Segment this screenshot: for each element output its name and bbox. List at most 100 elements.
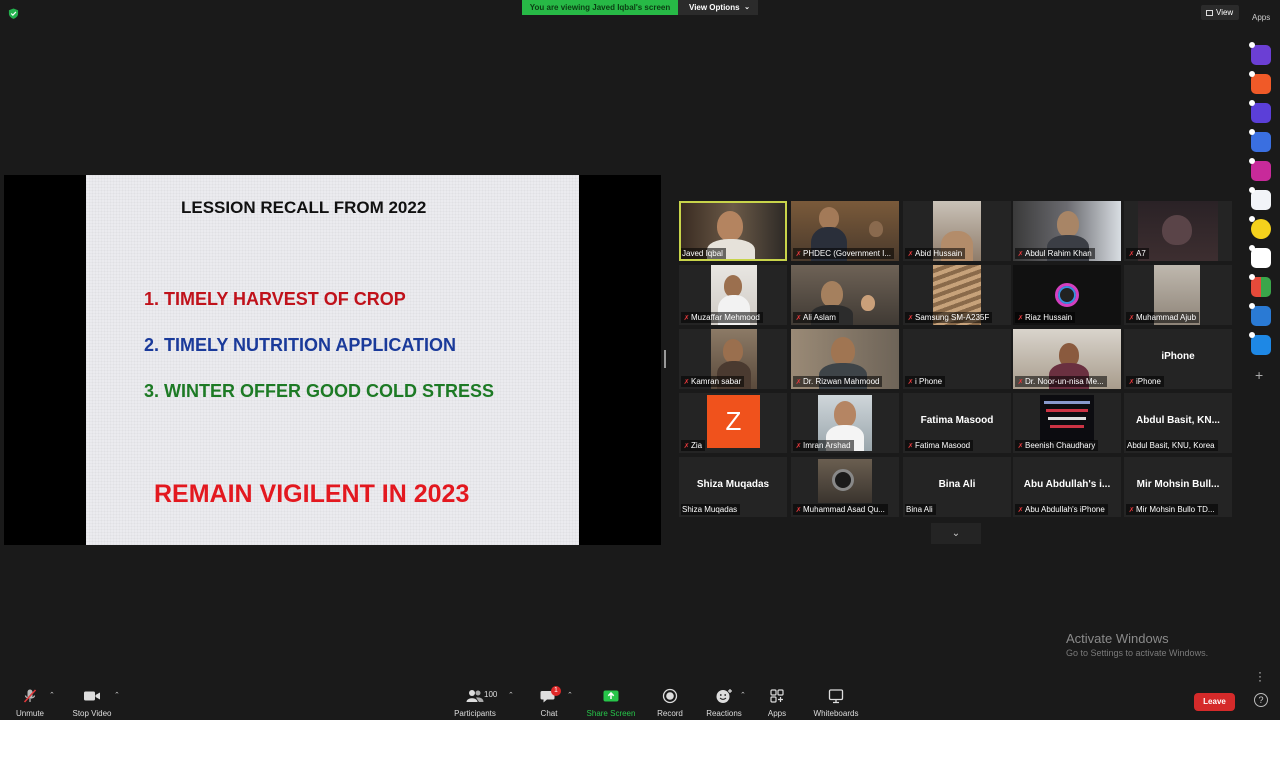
app-icon-sync[interactable] — [1249, 303, 1271, 326]
help-icon[interactable]: ? — [1254, 693, 1268, 707]
microphone-off-icon: ✗ — [795, 251, 802, 258]
app-icon-w[interactable] — [1249, 100, 1271, 123]
gallery-next-page-button[interactable]: ⌄ — [931, 523, 981, 544]
microphone-off-icon: ✗ — [1128, 251, 1135, 258]
app-icon-grid[interactable] — [1249, 274, 1271, 297]
microphone-off-icon — [23, 689, 37, 703]
video-tile[interactable]: ✗ PHDEC (Government I... — [791, 201, 899, 261]
video-tile[interactable]: iPhone ✗ iPhone — [1124, 329, 1232, 389]
video-tile[interactable]: ✗ i Phone — [903, 329, 1011, 389]
participant-name: ✗ Abdul Rahim Khan — [1015, 248, 1095, 259]
reactions-button[interactable]: Reactions — [704, 688, 744, 718]
video-tile[interactable]: ✗ Ali Aslam — [791, 265, 899, 325]
microphone-off-icon: ✗ — [795, 507, 802, 514]
video-tile[interactable]: ✗ Muzaffar Mehmood — [679, 265, 787, 325]
participant-video — [1040, 395, 1094, 441]
video-tile[interactable]: Fatima Masood ✗ Fatima Masood — [903, 393, 1011, 453]
microphone-off-icon: ✗ — [1017, 251, 1024, 258]
participant-name: ✗ Imran Arshad — [793, 440, 854, 451]
video-tile[interactable]: Javed Iqbal — [679, 201, 787, 261]
participant-name: Shiza Muqadas — [681, 504, 741, 515]
participant-name: ✗ Beenish Chaudhary — [1015, 440, 1099, 451]
video-tile[interactable]: Bina Ali Bina Ali — [903, 457, 1011, 517]
microphone-off-icon: ✗ — [795, 379, 802, 386]
avatar: Z — [707, 395, 760, 448]
app-icon-twine[interactable] — [1249, 245, 1271, 268]
presentation-slide: LESSION RECALL FROM 2022 1. TIMELY HARVE… — [86, 175, 579, 545]
participant-name: ✗ Dr. Rizwan Mahmood — [793, 376, 883, 387]
stop-video-button[interactable]: Stop Video — [70, 688, 114, 718]
video-tile[interactable]: ✗ Dr. Rizwan Mahmood — [791, 329, 899, 389]
video-tile[interactable]: ✗ Muhammad Asad Qu... — [791, 457, 899, 517]
participant-name: Abdul Basit, KNU, Korea — [1126, 440, 1218, 451]
app-icon-smiley[interactable] — [1249, 216, 1271, 239]
chevron-up-icon[interactable]: ⌃ — [740, 691, 746, 699]
add-app-icon[interactable]: + — [1255, 367, 1263, 383]
chat-unread-badge: 1 — [551, 686, 561, 696]
participant-name: ✗ Muhammad Ajub — [1126, 312, 1200, 323]
chevron-up-icon[interactable]: ⌃ — [114, 691, 120, 699]
video-tile[interactable]: Abu Abdullah's i... ✗ Abu Abdullah's iPho… — [1013, 457, 1121, 517]
participant-name: ✗ Fatima Masood — [905, 440, 974, 451]
chevron-up-icon[interactable]: ⌃ — [49, 691, 55, 699]
video-tile[interactable]: ✗ Kamran sabar — [679, 329, 787, 389]
whiteboards-button[interactable]: Whiteboards — [810, 688, 862, 718]
participant-display-name: Shiza Muqadas — [696, 479, 770, 490]
participants-count: 100 — [484, 690, 498, 699]
chevron-down-icon: ⌄ — [951, 528, 961, 539]
participant-name: Javed Iqbal — [681, 248, 726, 259]
record-button[interactable]: Record — [654, 688, 686, 718]
microphone-off-icon: ✗ — [795, 315, 802, 322]
video-tile[interactable]: ✗ Beenish Chaudhary — [1013, 393, 1121, 453]
gallery-view-icon — [1206, 10, 1213, 16]
app-icon-pink[interactable] — [1249, 158, 1271, 181]
microphone-off-icon: ✗ — [683, 315, 690, 322]
view-button[interactable]: View — [1201, 5, 1239, 20]
video-tile[interactable]: Mir Mohsin Bull... ✗ Mir Mohsin Bullo TD.… — [1124, 457, 1232, 517]
unmute-button[interactable]: Unmute — [10, 688, 50, 718]
more-vertical-icon[interactable]: · · · — [1258, 666, 1262, 686]
video-tile[interactable]: ✗ Riaz Hussain — [1013, 265, 1121, 325]
participant-display-name: iPhone — [1161, 351, 1195, 362]
slide-point-2: 2. TIMELY NUTRITION APPLICATION — [144, 335, 457, 355]
video-camera-icon — [84, 691, 100, 701]
chevron-up-icon[interactable]: ⌃ — [567, 691, 573, 699]
shield-icon[interactable] — [8, 8, 19, 19]
app-icon-flash[interactable] — [1249, 187, 1271, 210]
share-arrow-icon — [603, 690, 619, 702]
video-tile[interactable]: Shiza Muqadas Shiza Muqadas — [679, 457, 787, 517]
app-icon-circle[interactable] — [1249, 129, 1271, 152]
app-icon-kahoot[interactable] — [1249, 42, 1271, 65]
video-tile[interactable]: Abdul Basit, KN... Abdul Basit, KNU, Kor… — [1124, 393, 1232, 453]
video-tile[interactable]: ✗ Samsung SM-A235F — [903, 265, 1011, 325]
app-icon-orange[interactable] — [1249, 71, 1271, 94]
participant-name: ✗ Dr. Noor-un-nisa Me... — [1015, 376, 1107, 387]
microphone-off-icon: ✗ — [907, 379, 914, 386]
chevron-up-icon[interactable]: ⌃ — [508, 691, 514, 699]
microphone-off-icon: ✗ — [683, 379, 690, 386]
video-tile[interactable]: ✗ Imran Arshad — [791, 393, 899, 453]
participant-display-name: Bina Ali — [938, 479, 976, 490]
app-icon-stack[interactable] — [1249, 332, 1271, 355]
participant-name: ✗ Ali Aslam — [793, 312, 839, 323]
microphone-off-icon: ✗ — [907, 443, 914, 450]
video-tile[interactable]: ✗ Abid Hussain — [903, 201, 1011, 261]
video-tile[interactable]: Z ✗ Zia — [679, 393, 787, 453]
leave-button[interactable]: Leave — [1194, 693, 1235, 711]
microphone-off-icon: ✗ — [1017, 443, 1024, 450]
share-screen-button[interactable]: Share Screen — [586, 688, 636, 718]
apps-button[interactable]: Apps — [762, 688, 792, 718]
video-tile[interactable]: ✗ Muhammad Ajub — [1124, 265, 1232, 325]
shared-screen: LESSION RECALL FROM 2022 1. TIMELY HARVE… — [4, 175, 661, 545]
chat-button[interactable]: Chat — [532, 688, 566, 718]
participant-name: ✗ Mir Mohsin Bullo TD... — [1126, 504, 1218, 515]
view-options-button[interactable]: View Options ⌄ — [678, 0, 758, 15]
video-tile[interactable]: ✗ Abdul Rahim Khan — [1013, 201, 1121, 261]
video-tile[interactable]: ✗ Dr. Noor-un-nisa Me... — [1013, 329, 1121, 389]
panel-resize-handle[interactable] — [664, 350, 666, 368]
participant-video — [1138, 201, 1218, 261]
activate-windows-subtitle: Go to Settings to activate Windows. — [1066, 648, 1209, 658]
video-tile[interactable]: ✗ A7 — [1124, 201, 1232, 261]
microphone-off-icon: ✗ — [795, 443, 802, 450]
participant-name: ✗ iPhone — [1126, 376, 1164, 387]
